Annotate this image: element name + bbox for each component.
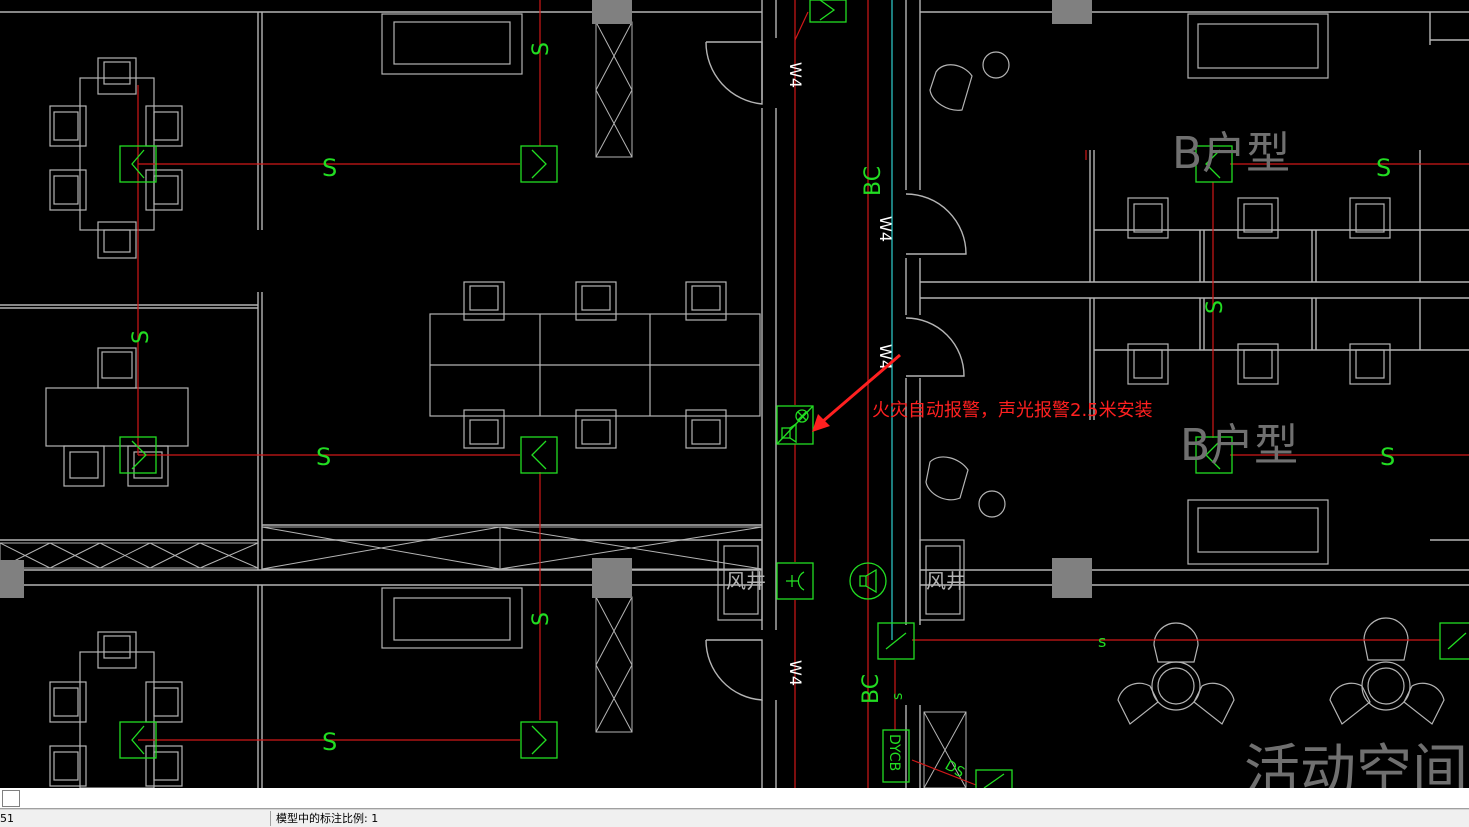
room-label-unit-b-1: B户型 (1172, 128, 1290, 179)
label-s-5: S (1380, 443, 1395, 471)
label-s-v5: s (890, 693, 906, 700)
status-bar: 51 模型中的标注比例: 1 (0, 788, 1469, 827)
fire-alarm-annotation: 火灾自动报警，声光报警2.5米安装 (872, 400, 1153, 421)
status-separator (270, 811, 271, 826)
label-dycb: DYCB (886, 734, 902, 771)
label-s-3: S (322, 728, 337, 756)
label-s-v2: S (129, 330, 154, 344)
label-s-v4: S (1203, 300, 1228, 314)
status-row: 51 模型中的标注比例: 1 (0, 809, 1469, 827)
layout-tab-scroll-button[interactable] (2, 790, 20, 807)
label-s-v3: S (529, 612, 554, 626)
label-s-v1: S (529, 42, 554, 56)
label-s-4: S (1376, 154, 1391, 182)
shaft-label-right: 风井 (926, 569, 966, 593)
room-label-unit-b-2: B户型 (1180, 420, 1298, 471)
label-w4-4: W4 (786, 660, 805, 686)
shaft-label-left: 风井 (726, 569, 766, 593)
room-label-activity: 活动空间 (1244, 739, 1468, 788)
layout-tab-strip (0, 788, 1469, 809)
label-s-2: S (316, 443, 331, 471)
label-bc-1: BC (861, 166, 886, 196)
label-s-lower: s (1098, 632, 1106, 651)
floor-plan-drawing[interactable]: S S S S S s S S S S s BC BC DYCB DS W4 W… (0, 0, 1469, 788)
cad-drawing-canvas[interactable]: S S S S S s S S S S s BC BC DYCB DS W4 W… (0, 0, 1469, 788)
label-bc-2: BC (859, 674, 884, 704)
label-s-1: S (322, 154, 337, 182)
coordinate-readout: 51 (0, 812, 14, 825)
label-w4-2: W4 (876, 216, 895, 242)
annotation-scale[interactable]: 模型中的标注比例: 1 (276, 812, 378, 826)
label-w4-1: W4 (786, 62, 805, 88)
